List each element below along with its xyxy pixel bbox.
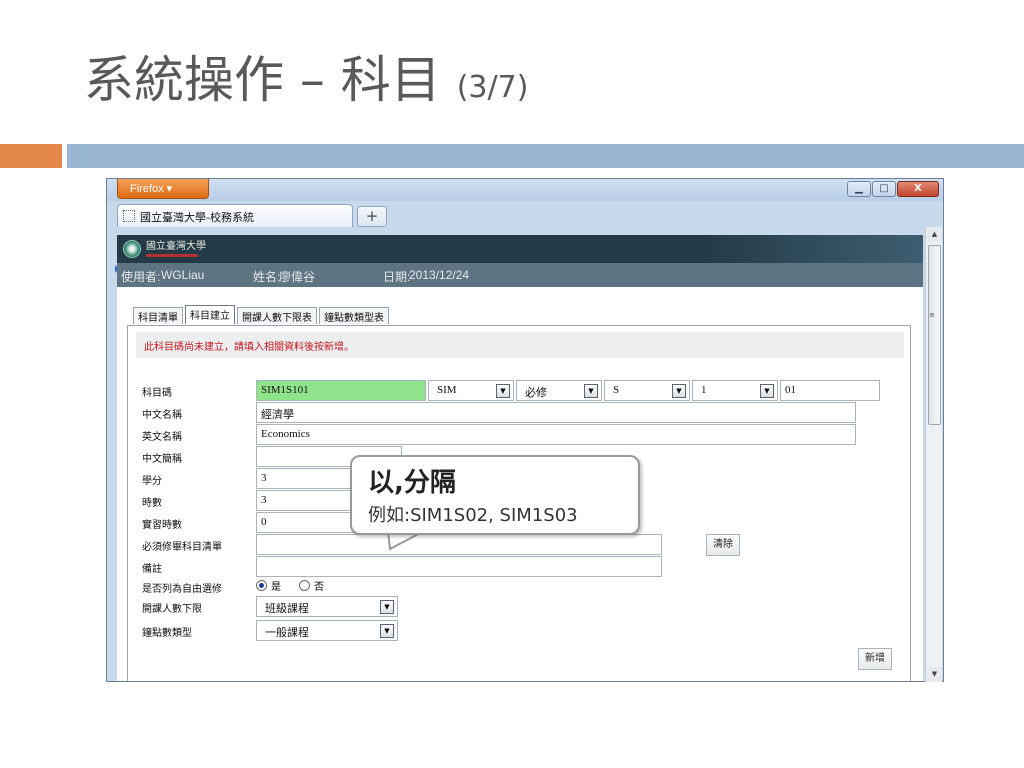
university-logo[interactable]: 國立臺灣大學	[123, 240, 206, 258]
label-chinese-name: 中文名稱	[142, 410, 182, 421]
tab-course-list[interactable]: 科目清單	[133, 307, 183, 324]
label-course-code: 科目碼	[142, 388, 172, 399]
scrollbar-grip-icon: ≡	[929, 311, 935, 319]
chevron-down-icon: ▼	[496, 384, 510, 398]
dept-select-value: SIM	[437, 384, 457, 396]
label-chinese-short: 中文簡稱	[142, 454, 182, 465]
browser-window: Firefox ▾ ▁ □ X 國立臺灣大學-校務系統 + 國立臺灣大學 使用者…	[106, 178, 944, 682]
callout-bubble: 以,分隔 例如:SIM1S02, SIM1S03	[350, 455, 640, 535]
firefox-menu-button[interactable]: Firefox ▾	[117, 179, 209, 199]
level-select-value: S	[613, 384, 620, 396]
accent-bar-orange	[0, 144, 62, 168]
notice-message: 此科目碼尚未建立，請填入相關資料後按新增。	[136, 332, 904, 358]
course-code-input[interactable]: SIM1S101	[256, 380, 426, 401]
label-prereq: 必須修畢科目清單	[142, 542, 222, 553]
label-lab-hours: 實習時數	[142, 520, 182, 531]
scroll-up-icon[interactable]: ▲	[927, 227, 942, 242]
close-button[interactable]: X	[897, 181, 939, 197]
tab-hour-types[interactable]: 鐘點數類型表	[319, 307, 389, 324]
free-elective-radio-group: 是 否	[256, 578, 324, 593]
browser-tab-title: 國立臺灣大學-校務系統	[140, 211, 254, 224]
hour-type-select[interactable]: 一般課程 ▼	[256, 620, 398, 641]
site-header: 國立臺灣大學	[117, 235, 923, 263]
radio-no[interactable]	[299, 580, 310, 591]
user-label: 使用者:	[121, 270, 161, 284]
required-select[interactable]: 必修 ▼	[516, 380, 602, 401]
clear-button[interactable]: 清除	[706, 534, 740, 556]
required-select-value: 必修	[525, 387, 547, 399]
prereq-input[interactable]	[256, 534, 662, 555]
dept-select[interactable]: SIM ▼	[428, 380, 514, 401]
english-name-input[interactable]: Economics	[256, 424, 856, 445]
slide-title: 系統操作 – 科目 (3/7)	[84, 40, 528, 112]
section-input[interactable]: 01	[780, 380, 880, 401]
radio-no-label: 否	[314, 582, 324, 593]
chevron-down-icon: ▼	[380, 624, 394, 638]
scroll-down-icon[interactable]: ▼	[927, 667, 942, 682]
add-button[interactable]: 新增	[858, 648, 892, 670]
label-min-enroll: 開課人數下限	[142, 604, 202, 615]
radio-yes-label: 是	[271, 582, 281, 593]
user-value: WGLiau	[161, 268, 205, 282]
chevron-down-icon: ▼	[584, 384, 598, 398]
slide-title-main: 系統操作 – 科目	[84, 51, 441, 109]
number-select-value: 1	[701, 384, 707, 396]
chevron-down-icon: ▼	[380, 600, 394, 614]
label-hour-type: 鐘點數類型	[142, 628, 192, 639]
name-label: 姓名:	[253, 270, 281, 284]
chevron-down-icon: ▼	[672, 384, 686, 398]
accent-bar-blue	[67, 144, 1024, 168]
radio-yes[interactable]	[256, 580, 267, 591]
user-info-bar: 使用者: WGLiau 姓名: 廖偉谷 日期: 2013/12/24	[117, 263, 923, 287]
page-tabs: 科目清單 科目建立 開課人數下限表 鐘點數類型表	[133, 305, 389, 325]
label-hours: 時數	[142, 498, 162, 509]
tab-course-create[interactable]: 科目建立	[185, 305, 235, 324]
remarks-input[interactable]	[256, 556, 662, 577]
label-credits: 學分	[142, 476, 162, 487]
tab-min-enrollment[interactable]: 開課人數下限表	[237, 307, 317, 324]
minimize-button[interactable]: ▁	[847, 181, 871, 197]
min-enroll-select-value: 班級課程	[265, 603, 309, 615]
chevron-down-icon: ▼	[760, 384, 774, 398]
date-label: 日期:	[383, 270, 411, 284]
label-free-elective: 是否列為自由選修	[142, 584, 222, 595]
logo-underline	[146, 253, 198, 257]
label-english-name: 英文名稱	[142, 432, 182, 443]
callout-heading: 以,分隔	[368, 468, 456, 498]
slide-title-sub: (3/7)	[456, 70, 529, 105]
min-enroll-select[interactable]: 班級課程 ▼	[256, 596, 398, 617]
scrollbar-thumb[interactable]	[928, 245, 941, 425]
name-value: 廖偉谷	[279, 270, 316, 284]
browser-titlebar: Firefox ▾ ▁ □ X	[107, 179, 943, 201]
window-controls: ▁ □ X	[847, 181, 939, 199]
number-select[interactable]: 1 ▼	[692, 380, 778, 401]
page-favicon-icon	[123, 210, 135, 222]
university-seal-icon	[123, 240, 141, 258]
chinese-name-input[interactable]: 經濟學	[256, 402, 856, 423]
date-value: 2013/12/24	[409, 268, 470, 282]
logo-text: 國立臺灣大學	[146, 240, 206, 252]
vertical-scrollbar[interactable]: ▲ ≡ ▼	[925, 227, 942, 682]
maximize-button[interactable]: □	[872, 181, 896, 197]
label-remarks: 備註	[142, 564, 162, 575]
hour-type-select-value: 一般課程	[265, 627, 309, 639]
level-select[interactable]: S ▼	[604, 380, 690, 401]
callout-example: 例如:SIM1S02, SIM1S03	[368, 505, 578, 526]
new-tab-button[interactable]: +	[357, 206, 387, 227]
browser-tab[interactable]: 國立臺灣大學-校務系統	[117, 204, 353, 227]
browser-tabstrip: 國立臺灣大學-校務系統 +	[107, 201, 943, 227]
